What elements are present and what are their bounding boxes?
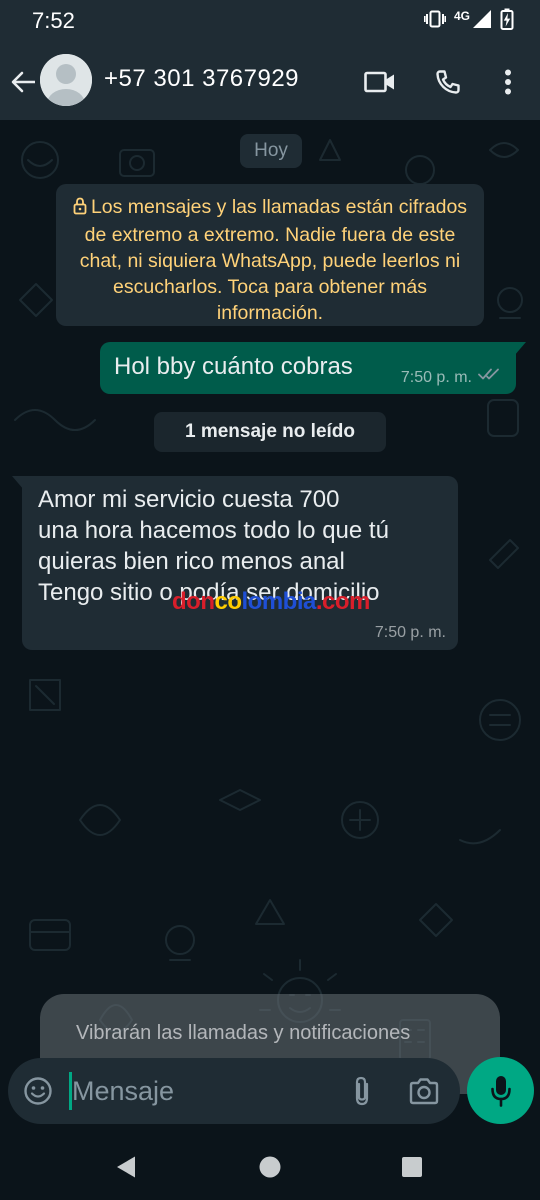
video-call-button[interactable] bbox=[362, 64, 398, 100]
message-line: Amor mi servicio cuesta 700 bbox=[38, 486, 340, 513]
status-icons: 4G bbox=[423, 8, 514, 35]
incoming-message-time: 7:50 p. m. bbox=[374, 624, 446, 641]
voice-message-button[interactable] bbox=[467, 1057, 534, 1124]
back-button[interactable] bbox=[8, 64, 38, 100]
status-time: 7:52 bbox=[32, 8, 75, 33]
watermark-part: co bbox=[214, 588, 242, 615]
watermark-part: .com bbox=[315, 588, 371, 615]
chat-header: +57 301 3767929 bbox=[0, 44, 540, 120]
bubble-tail bbox=[12, 476, 24, 490]
watermark-part: lombia bbox=[241, 588, 317, 615]
voice-call-button[interactable] bbox=[430, 64, 466, 100]
incoming-message[interactable]: Amor mi servicio cuesta 700 una hora hac… bbox=[12, 476, 458, 650]
attach-icon bbox=[355, 1076, 369, 1106]
date-chip: Hoy bbox=[240, 134, 302, 168]
battery-charging-icon bbox=[500, 8, 514, 35]
recents-square-icon bbox=[402, 1157, 422, 1177]
watermark-part: don bbox=[172, 588, 215, 615]
bubble-tail bbox=[514, 342, 526, 356]
camera-button[interactable] bbox=[406, 1073, 442, 1109]
microphone-icon bbox=[490, 1075, 511, 1107]
encryption-notice-text: Los mensajes y las llamadas están cifrad… bbox=[79, 196, 468, 324]
back-arrow-icon bbox=[11, 71, 35, 93]
video-call-icon bbox=[364, 71, 394, 93]
outgoing-message-text: Hol bby cuánto cobras bbox=[114, 353, 353, 380]
emoji-button[interactable] bbox=[20, 1073, 56, 1109]
phone-icon bbox=[436, 70, 460, 94]
message-line: quieras bien rico menos anal bbox=[38, 548, 345, 575]
avatar[interactable] bbox=[40, 54, 92, 106]
read-ticks-icon bbox=[478, 367, 502, 386]
more-options-icon bbox=[505, 69, 511, 95]
outgoing-message[interactable]: Hol bby cuánto cobras 7:50 p. m. bbox=[100, 342, 526, 394]
nav-back-button[interactable] bbox=[108, 1149, 144, 1185]
contact-name[interactable]: +57 301 3767929 bbox=[104, 65, 299, 93]
outgoing-message-time: 7:50 p. m. bbox=[400, 369, 472, 386]
unread-messages-banner: 1 mensaje no leído bbox=[154, 412, 386, 452]
camera-icon bbox=[409, 1078, 439, 1105]
home-circle-icon bbox=[259, 1156, 281, 1178]
signal-icon bbox=[472, 9, 492, 34]
emoji-icon bbox=[24, 1077, 52, 1105]
attach-button[interactable] bbox=[344, 1073, 380, 1109]
more-options-button[interactable] bbox=[490, 64, 526, 100]
message-line: una hora hacemos todo lo que tú bbox=[38, 517, 389, 544]
lock-icon bbox=[73, 196, 87, 222]
watermark-logo: doncolombia.com bbox=[172, 588, 370, 616]
network-type-label: 4G bbox=[453, 9, 470, 23]
status-bar: 7:52 4G bbox=[0, 0, 540, 44]
vibrate-icon bbox=[423, 9, 446, 34]
encryption-notice[interactable]: Los mensajes y las llamadas están cifrad… bbox=[56, 184, 484, 326]
back-triangle-icon bbox=[117, 1156, 135, 1178]
nav-recents-button[interactable] bbox=[394, 1149, 430, 1185]
nav-home-button[interactable] bbox=[252, 1149, 288, 1185]
message-composer bbox=[8, 1058, 460, 1124]
message-input[interactable] bbox=[72, 1070, 332, 1112]
system-navigation-bar bbox=[0, 1132, 540, 1200]
avatar-icon bbox=[40, 54, 92, 106]
